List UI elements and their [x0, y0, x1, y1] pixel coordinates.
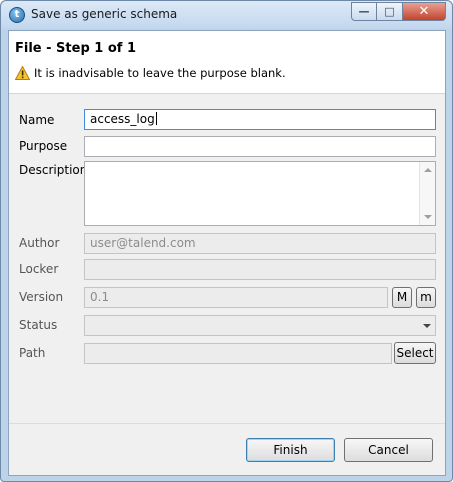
version-input: 0.1	[84, 287, 388, 308]
warning-message: It is inadvisable to leave the purpose b…	[34, 66, 286, 80]
footer-divider	[9, 423, 445, 424]
purpose-input[interactable]	[84, 136, 436, 157]
chevron-down-icon[interactable]	[423, 324, 431, 328]
window-title: Save as generic schema	[31, 7, 178, 21]
minor-version-button[interactable]: m	[416, 287, 436, 308]
dialog-window: t Save as generic schema — □ ✕ File - St…	[0, 0, 453, 482]
status-dropdown[interactable]	[84, 315, 436, 336]
major-version-button[interactable]: M	[392, 287, 412, 308]
talend-app-icon: t	[9, 7, 25, 23]
status-label: Status	[19, 318, 58, 332]
path-label: Path	[19, 346, 46, 360]
window-controls: — □ ✕	[351, 2, 446, 21]
dialog-body: File - Step 1 of 1 It is inadvisable to …	[8, 30, 446, 476]
description-textarea[interactable]	[84, 161, 436, 226]
title-bar[interactable]: t Save as generic schema — □ ✕	[1, 1, 452, 29]
locker-input	[84, 259, 436, 280]
cancel-button[interactable]: Cancel	[344, 438, 433, 462]
scroll-up-icon[interactable]	[424, 168, 432, 172]
locker-label: Locker	[19, 262, 59, 276]
name-value: access_log	[90, 112, 155, 126]
author-label: Author	[19, 236, 60, 250]
close-button[interactable]: ✕	[403, 2, 446, 21]
purpose-label: Purpose	[19, 139, 68, 153]
text-caret	[155, 112, 157, 125]
minimize-button[interactable]: —	[351, 2, 377, 21]
scroll-down-icon[interactable]	[424, 215, 432, 219]
wizard-header: File - Step 1 of 1 It is inadvisable to …	[9, 31, 445, 94]
maximize-button[interactable]: □	[377, 2, 403, 21]
select-path-button[interactable]: Select	[394, 342, 436, 364]
wizard-step-title: File - Step 1 of 1	[15, 41, 137, 56]
name-input[interactable]: access_log	[84, 109, 436, 130]
path-input	[84, 343, 392, 364]
warning-icon	[15, 66, 30, 80]
author-input: user@talend.com	[84, 233, 436, 254]
description-label: Description	[19, 163, 88, 177]
finish-button[interactable]: Finish	[246, 438, 335, 462]
description-scrollbar[interactable]	[419, 162, 435, 225]
name-label: Name	[19, 113, 55, 127]
version-label: Version	[19, 290, 64, 304]
